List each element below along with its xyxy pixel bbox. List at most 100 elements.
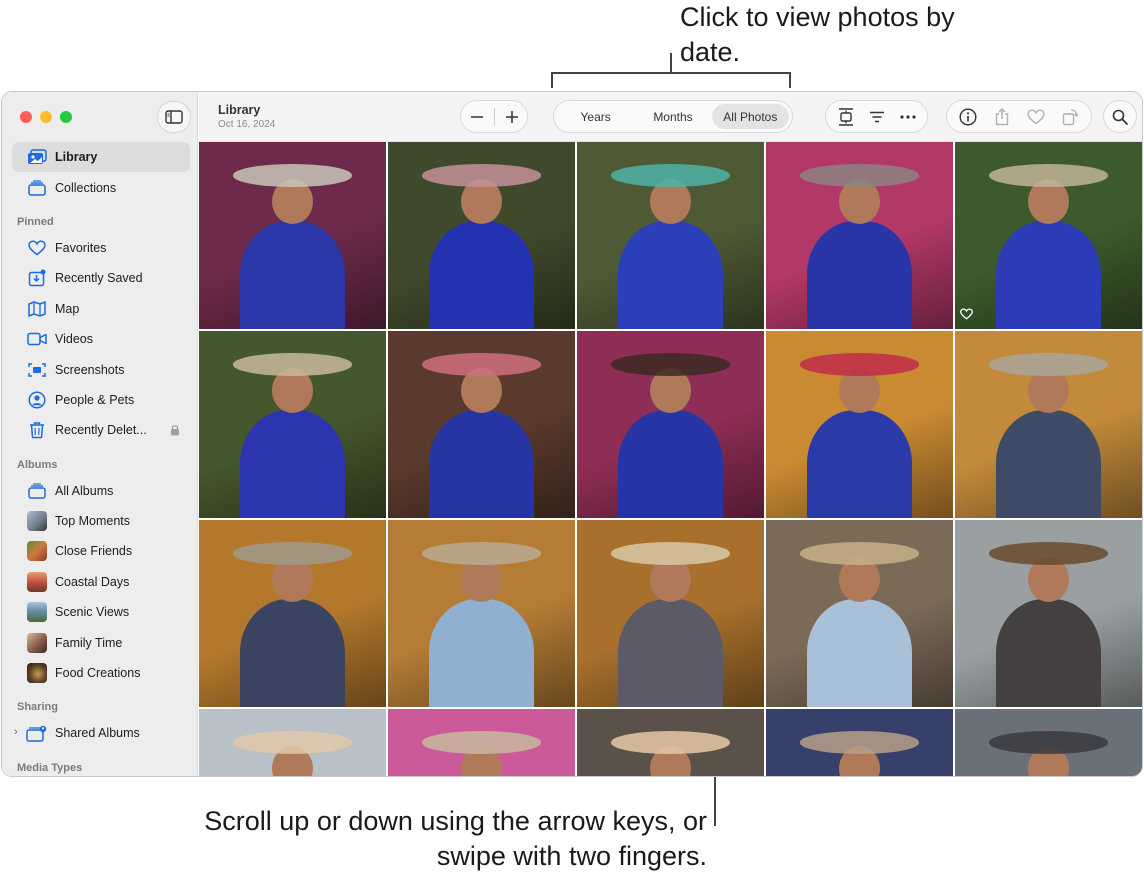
photo-accent <box>610 731 731 754</box>
sidebar-item-collections[interactable]: Collections <box>12 172 190 202</box>
photo-thumbnail[interactable] <box>766 520 953 707</box>
sidebar-item-label: Collections <box>55 180 117 195</box>
photo-thumbnail[interactable] <box>766 709 953 776</box>
album-thumbnail <box>27 602 47 623</box>
minimize-window-button[interactable] <box>40 111 52 123</box>
sidebar-item-label: Coastal Days <box>55 574 130 589</box>
callout-bracket-right <box>789 72 791 88</box>
photo-subject <box>807 409 912 518</box>
photo-thumbnail[interactable] <box>577 709 764 776</box>
more-button[interactable] <box>894 103 922 131</box>
photo-accent <box>799 731 920 754</box>
album-thumbnail <box>27 571 47 592</box>
segment-all-photos[interactable]: All Photos <box>711 104 789 129</box>
sidebar-item-label: Recently Delet... <box>55 423 147 438</box>
sidebar-item-all-albums[interactable]: All Albums <box>12 476 190 506</box>
photo-accent <box>421 353 542 376</box>
photo-thumbnail[interactable] <box>577 520 764 707</box>
photo-subject <box>807 598 912 707</box>
photo-grid <box>199 142 1142 776</box>
sidebar-item-label: Screenshots <box>55 362 125 377</box>
chevron-right-icon[interactable]: › <box>14 726 18 738</box>
sidebar-item-favorites[interactable]: Favorites <box>12 233 190 263</box>
photo-subject <box>240 598 345 707</box>
heart-icon <box>1027 108 1045 124</box>
sidebar-item-people-pets[interactable]: People & Pets <box>12 385 190 415</box>
callout-bracket <box>551 72 791 74</box>
callout-scroll-instructions: Scroll up or down using the arrow keys, … <box>204 806 707 871</box>
sidebar-item-close-friends[interactable]: Close Friends <box>12 536 190 566</box>
sidebar-item-coastal-days[interactable]: Coastal Days <box>12 567 190 597</box>
photo-subject <box>807 220 912 329</box>
zoom-out-button[interactable] <box>463 103 491 131</box>
sidebar-item-shared-albums[interactable]: › Shared Albums <box>12 718 190 748</box>
photo-thumbnail[interactable] <box>766 331 953 518</box>
photo-thumbnail[interactable] <box>955 709 1142 776</box>
sidebar-item-family-time[interactable]: Family Time <box>12 627 190 657</box>
photo-thumbnail[interactable] <box>388 520 575 707</box>
search-button[interactable] <box>1103 100 1137 133</box>
sidebar-item-recently-deleted[interactable]: Recently Delet... <box>12 415 190 445</box>
photo-subject <box>240 220 345 329</box>
photo-accent <box>610 542 731 565</box>
zoom-control <box>460 100 528 133</box>
photo-subject <box>618 409 723 518</box>
photo-accent <box>799 542 920 565</box>
info-button[interactable] <box>954 103 982 131</box>
segment-years[interactable]: Years <box>557 104 634 129</box>
sidebar-item-library[interactable]: Library <box>12 142 190 173</box>
photo-thumbnail[interactable] <box>199 520 386 707</box>
photo-accent <box>988 731 1109 754</box>
sidebar-item-food-creations[interactable]: Food Creations <box>12 658 190 688</box>
callout-bracket-left <box>551 72 553 88</box>
sidebar-item-videos[interactable]: Videos <box>12 324 190 354</box>
photo-thumbnail[interactable] <box>199 331 386 518</box>
close-window-button[interactable] <box>20 111 32 123</box>
photo-accent <box>799 353 920 376</box>
shared-albums-icon <box>26 724 48 743</box>
photo-thumbnail[interactable] <box>388 709 575 776</box>
share-button[interactable] <box>988 103 1016 131</box>
sidebar-item-label: Videos <box>55 332 93 347</box>
sidebar-item-recently-saved[interactable]: Recently Saved <box>12 263 190 293</box>
sidebar-toggle-button[interactable] <box>157 101 191 133</box>
favorite-button[interactable] <box>1022 103 1050 131</box>
rotate-button[interactable] <box>1056 103 1084 131</box>
album-thumbnail <box>27 663 47 684</box>
photo-thumbnail[interactable] <box>766 142 953 329</box>
album-thumbnail <box>27 541 47 562</box>
album-thumbnail <box>27 511 47 532</box>
sidebar: Library Collections Pinned Favorites Rec… <box>2 92 198 776</box>
photo-thumbnail[interactable] <box>199 709 386 776</box>
sidebar-item-screenshots[interactable]: Screenshots <box>12 354 190 384</box>
photo-thumbnail[interactable] <box>955 331 1142 518</box>
photo-thumbnail[interactable] <box>388 331 575 518</box>
aspect-ratio-button[interactable] <box>832 103 860 131</box>
lock-icon <box>170 424 180 439</box>
section-heading-sharing: Sharing <box>17 701 58 714</box>
callout-leader-line <box>670 53 672 73</box>
filter-button[interactable] <box>863 103 891 131</box>
zoom-window-button[interactable] <box>60 111 72 123</box>
photo-accent <box>421 542 542 565</box>
photo-subject <box>429 220 534 329</box>
photo-thumbnail[interactable] <box>388 142 575 329</box>
info-icon <box>959 107 977 126</box>
photo-thumbnail[interactable] <box>955 520 1142 707</box>
sidebar-nav: Library Collections Pinned Favorites Rec… <box>12 142 190 776</box>
photo-thumbnail[interactable] <box>199 142 386 329</box>
photo-thumbnail[interactable] <box>577 142 764 329</box>
sidebar-item-map[interactable]: Map <box>12 294 190 324</box>
photo-thumbnail[interactable] <box>955 142 1142 329</box>
sidebar-item-scenic-views[interactable]: Scenic Views <box>12 597 190 627</box>
photo-thumbnail[interactable] <box>577 331 764 518</box>
video-icon <box>26 330 48 348</box>
zoom-in-button[interactable] <box>498 103 526 131</box>
photo-accent <box>232 164 353 187</box>
sidebar-item-label: Library <box>55 150 98 165</box>
sidebar-item-top-moments[interactable]: Top Moments <box>12 506 190 536</box>
sidebar-icon <box>165 110 183 124</box>
favorite-badge-icon <box>960 307 973 325</box>
share-icon <box>995 107 1009 125</box>
segment-months[interactable]: Months <box>634 104 711 129</box>
